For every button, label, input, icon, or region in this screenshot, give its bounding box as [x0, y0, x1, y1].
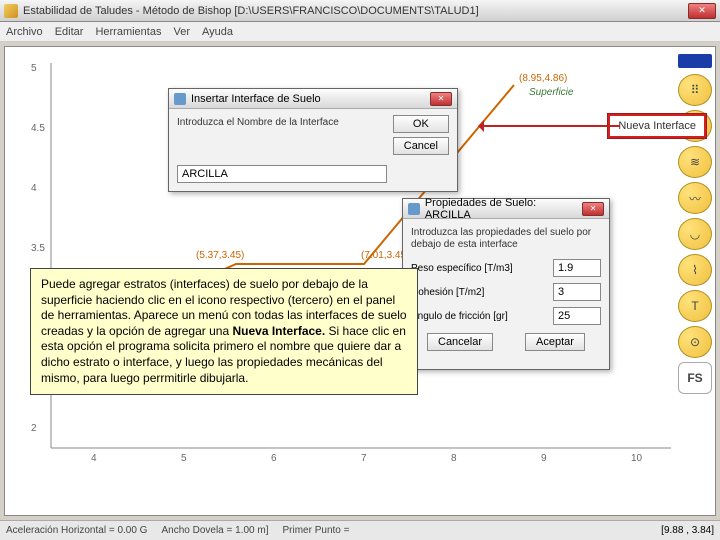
menu-archivo[interactable]: Archivo [6, 26, 43, 38]
callout-arrow [480, 122, 620, 130]
friccion-label: Ángulo de fricción [gr] [411, 311, 553, 322]
menu-herramientas[interactable]: Herramientas [95, 26, 161, 38]
svg-text:2: 2 [31, 423, 37, 434]
svg-text:5: 5 [31, 63, 37, 74]
peso-input[interactable] [553, 259, 601, 277]
toolbar-header [678, 54, 712, 68]
status-coord: [9.88 , 3.84] [661, 525, 714, 536]
window-titlebar: Estabilidad de Taludes - Método de Bisho… [0, 0, 720, 22]
status-bar: Aceleración Horizontal = 0.00 G Ancho Do… [0, 520, 720, 540]
window-close-button[interactable]: ✕ [688, 3, 716, 19]
fs-button[interactable]: FS [678, 362, 712, 394]
svg-text:4: 4 [91, 453, 97, 464]
window-title: Estabilidad de Taludes - Método de Bisho… [23, 5, 688, 17]
app-icon [4, 4, 18, 18]
svg-text:5: 5 [181, 453, 187, 464]
point-label: (5.37,3.45) [196, 250, 244, 261]
cohesion-label: Cohesión [T/m2] [411, 287, 553, 298]
menu-editar[interactable]: Editar [55, 26, 84, 38]
dialog-insert-close[interactable]: ✕ [430, 92, 452, 106]
svg-text:10: 10 [631, 453, 643, 464]
slip-icon[interactable]: ◡ [678, 218, 712, 250]
svg-text:3.5: 3.5 [31, 243, 45, 254]
svg-text:7: 7 [361, 453, 367, 464]
cancel-button[interactable]: Cancel [393, 137, 449, 155]
menubar: Archivo Editar Herramientas Ver Ayuda [0, 22, 720, 42]
right-toolbar: ⠿ ∇ ≋ 〰 ◡ ⌇ T ⊙ FS [678, 54, 714, 394]
svg-text:4: 4 [31, 183, 37, 194]
dialog-props-title: Propiedades de Suelo: ARCILLA [425, 197, 582, 221]
callout-nueva-interface: Nueva Interface [608, 114, 706, 138]
dialog-icon [174, 93, 186, 105]
menu-ver[interactable]: Ver [173, 26, 190, 38]
surface-label: Superficie [529, 87, 574, 98]
cohesion-input[interactable] [553, 283, 601, 301]
friccion-input[interactable] [553, 307, 601, 325]
text-icon[interactable]: T [678, 290, 712, 322]
status-dovela: Ancho Dovela = 1.00 m] [161, 525, 268, 536]
point-label: (8.95,4.86) [519, 73, 567, 84]
nodes-icon[interactable]: ⠿ [678, 74, 712, 106]
svg-text:8: 8 [451, 453, 457, 464]
props-accept-button[interactable]: Aceptar [525, 333, 585, 351]
svg-text:9: 9 [541, 453, 547, 464]
peso-label: Peso específico [T/m3] [411, 263, 553, 274]
menu-ayuda[interactable]: Ayuda [202, 26, 233, 38]
water-icon[interactable]: 〰 [678, 182, 712, 214]
status-punto: Primer Punto = [282, 525, 349, 536]
interface-icon[interactable]: ≋ [678, 146, 712, 178]
anim-icon[interactable]: ⊙ [678, 326, 712, 358]
svg-text:4.5: 4.5 [31, 123, 45, 134]
dialog-icon [408, 203, 420, 215]
dialog-insert-title: Insertar Interface de Suelo [191, 93, 321, 105]
status-accel: Aceleración Horizontal = 0.00 G [6, 525, 147, 536]
ok-button[interactable]: OK [393, 115, 449, 133]
deform-icon[interactable]: ⌇ [678, 254, 712, 286]
props-cancel-button[interactable]: Cancelar [427, 333, 493, 351]
dialog-props-close[interactable]: ✕ [582, 202, 604, 216]
dialog-props-desc: Introduzca las propiedades del suelo por… [411, 227, 601, 251]
dialog-insert-interface: Insertar Interface de Suelo ✕ Introduzca… [168, 88, 458, 192]
dialog-soil-properties: Propiedades de Suelo: ARCILLA ✕ Introduz… [402, 198, 610, 370]
interface-name-input[interactable] [177, 165, 387, 183]
instruction-tooltip: Puede agregar estratos (interfaces) de s… [30, 268, 418, 395]
svg-text:6: 6 [271, 453, 277, 464]
